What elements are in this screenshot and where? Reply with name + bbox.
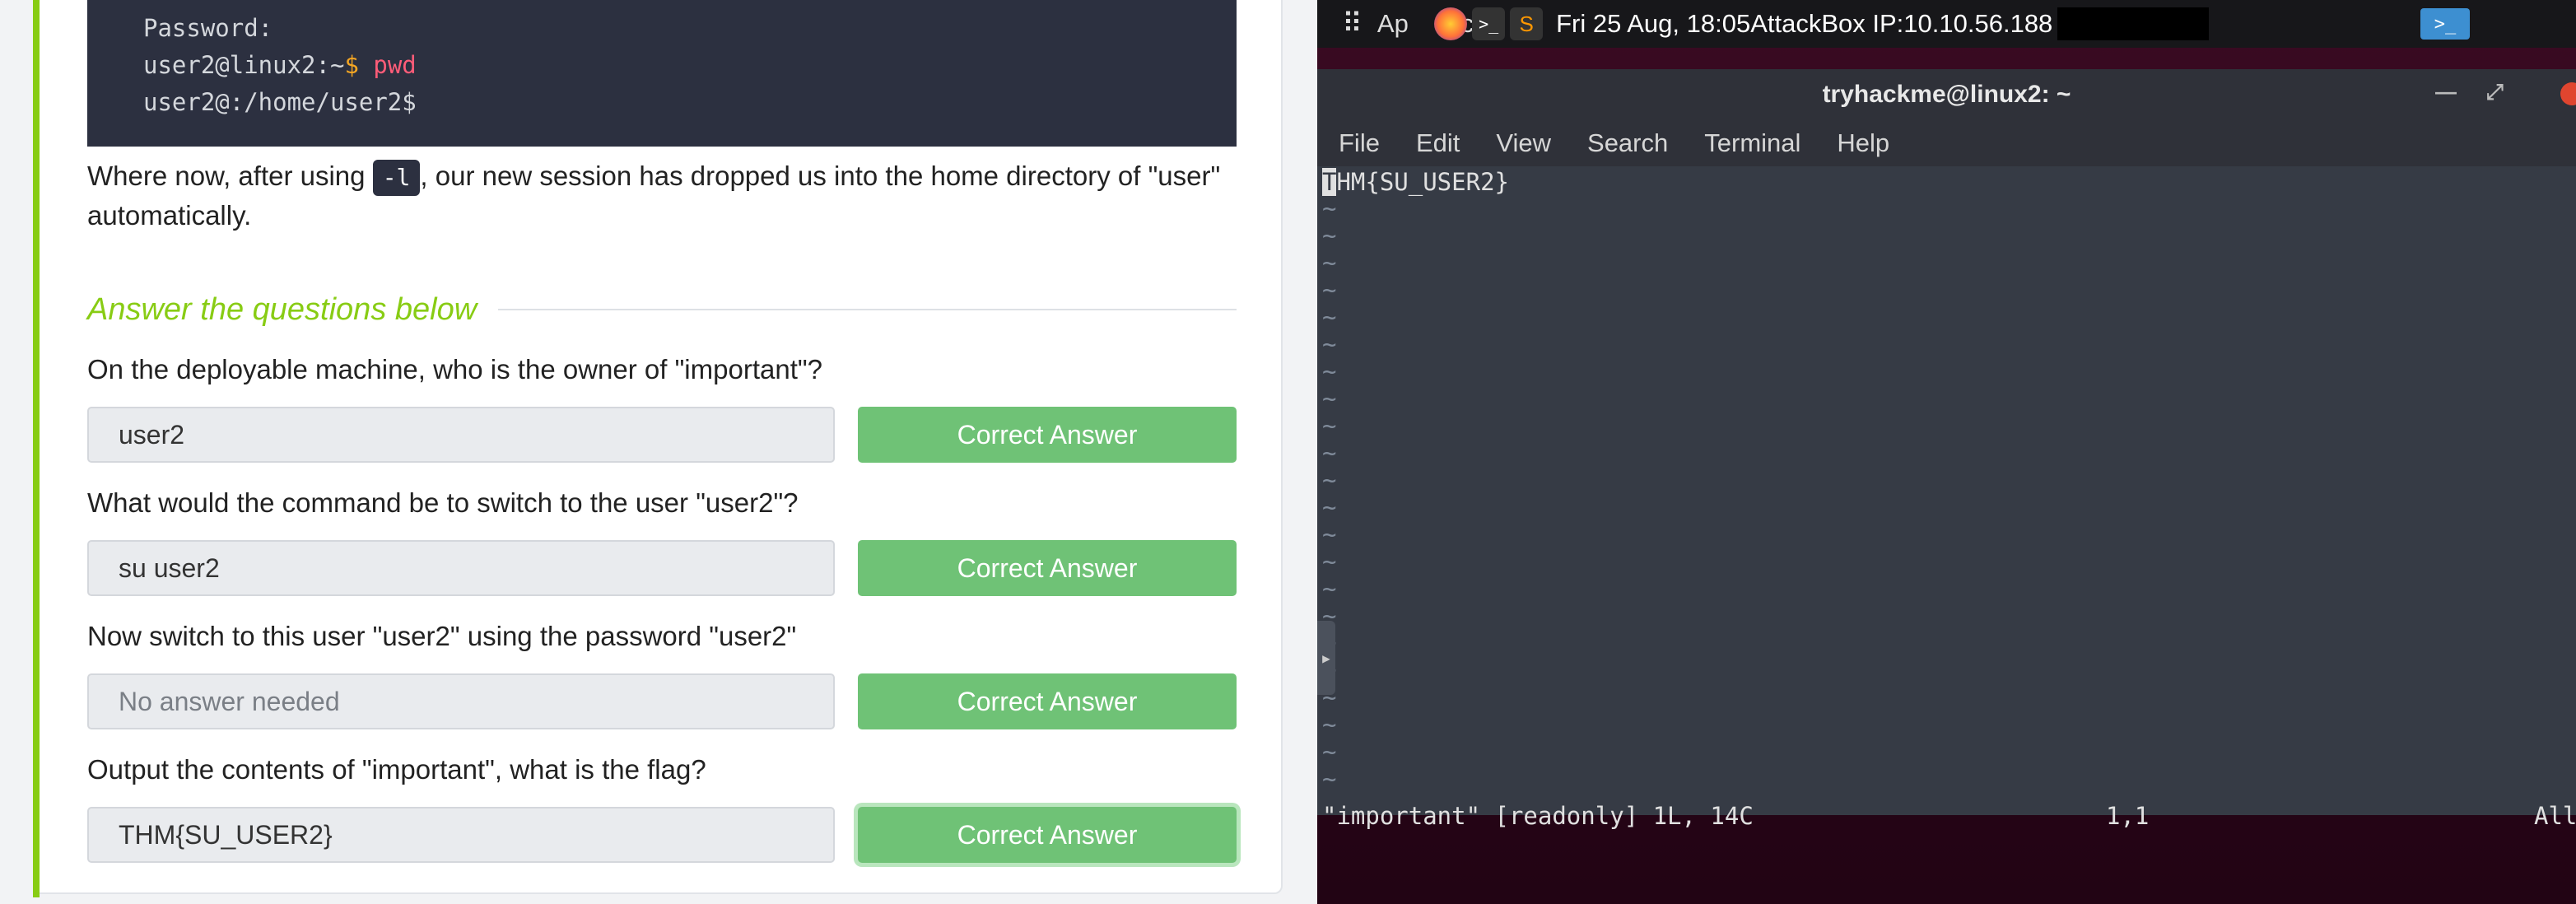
close-icon[interactable] (2560, 82, 2576, 105)
tilde-marker: ~ (1322, 249, 1337, 277)
terminal-menu-bar: File Edit View Search Terminal Help (1317, 120, 2576, 166)
menu-file[interactable]: File (1339, 128, 1380, 158)
menu-search[interactable]: Search (1587, 128, 1668, 158)
tilde-marker: ~ (1322, 765, 1337, 793)
correct-answer-button-4[interactable]: Correct Answer (858, 807, 1237, 863)
terminal-title-bar[interactable]: tryhackme@linux2: ~ — ⤢ (1317, 69, 2576, 120)
tilde-marker: ~ (1322, 384, 1337, 412)
tilde-marker: ~ (1322, 738, 1337, 766)
answer-input-3[interactable]: No answer needed (87, 673, 835, 729)
tilde-marker: ~ (1322, 357, 1337, 385)
firefox-icon[interactable] (1434, 7, 1468, 40)
correct-answer-button-1[interactable]: Correct Answer (858, 407, 1237, 463)
side-panel-handle[interactable]: ▶ (1317, 621, 1335, 695)
tilde-marker: ~ (1322, 276, 1337, 304)
inline-code: -l (372, 160, 421, 196)
code-line-pwd: user2@linux2:~$ pwd (143, 47, 1237, 84)
heading-divider (498, 309, 1237, 310)
explanation-text: Where now, after using -l, our new sessi… (87, 156, 1256, 235)
tilde-marker: ~ (1322, 303, 1337, 331)
grid-icon[interactable]: ⠿ (1342, 7, 1363, 40)
flag-text: HM{SU_USER2} (1336, 168, 1509, 196)
tilde-marker: ~ (1322, 711, 1337, 739)
restore-icon[interactable]: ⤢ (2486, 79, 2504, 105)
terminal-title: tryhackme@linux2: ~ (1822, 81, 2071, 108)
answer-section-heading: Answer the questions below (87, 288, 1237, 331)
code-prompt: user2@linux2:~$ (143, 51, 374, 79)
code-line-password: Password: (143, 14, 273, 42)
tilde-marker: ~ (1322, 520, 1337, 548)
code-command: pwd (373, 51, 417, 79)
desktop: ⠿ Aplic >_ S Fri 25 Aug, 18:05 AttackBox… (1317, 0, 2576, 904)
status-file-info: "important" [readonly] 1L, 14C (1322, 802, 1754, 830)
text-cursor: T (1322, 168, 1337, 196)
tilde-marker: ~ (1322, 548, 1337, 575)
apps-label-start: Ap (1377, 9, 1409, 38)
tilde-marker: ~ (1322, 493, 1337, 521)
menu-view[interactable]: View (1496, 128, 1551, 158)
tilde-marker: ~ (1322, 221, 1337, 249)
answer-input-1[interactable]: user2 (87, 407, 835, 463)
correct-answer-button-2[interactable]: Correct Answer (858, 540, 1237, 596)
attackbox-ip: AttackBox IP:10.10.56.188 (1750, 9, 2053, 38)
tilde-marker: ~ (1322, 439, 1337, 467)
code-block: Password: user2@linux2:~$ pwd user2@:/ho… (87, 0, 1237, 147)
redacted-area (2057, 7, 2210, 40)
minimize-icon[interactable]: — (2435, 79, 2457, 105)
tilde-marker: ~ (1322, 575, 1337, 603)
tilde-marker: ~ (1322, 466, 1337, 494)
clock[interactable]: Fri 25 Aug, 18:05 (1556, 9, 1750, 39)
file-content-line: THM{SU_USER2} (1322, 168, 1509, 196)
answer-input-2[interactable]: su user2 (87, 540, 835, 596)
task-panel: Password: user2@linux2:~$ pwd user2@:/ho… (0, 0, 1317, 904)
question-4: Output the contents of "important", what… (87, 754, 706, 785)
menu-edit[interactable]: Edit (1416, 128, 1460, 158)
top-panel: ⠿ Aplic >_ S Fri 25 Aug, 18:05 AttackBox… (1317, 0, 2576, 48)
menu-help[interactable]: Help (1837, 128, 1889, 158)
question-1: On the deployable machine, who is the ow… (87, 354, 822, 384)
terminal-launcher-icon[interactable]: >_ (2420, 8, 2470, 40)
tilde-marker: ~ (1322, 194, 1337, 222)
status-scroll: All (2534, 802, 2576, 830)
question-3: Now switch to this user "user2" using th… (87, 621, 797, 651)
menu-terminal[interactable]: Terminal (1704, 128, 1800, 158)
answer-heading-text: Answer the questions below (87, 291, 477, 327)
answer-input-4[interactable]: THM{SU_USER2} (87, 807, 835, 863)
terminal-window[interactable]: tryhackme@linux2: ~ — ⤢ File Edit View S… (1317, 69, 2576, 830)
question-2: What would the command be to switch to t… (87, 487, 799, 518)
task-accent-bar (33, 0, 40, 897)
status-cursor-pos: 1,1 (2106, 802, 2150, 830)
terminal-body[interactable]: THM{SU_USER2} ~~~~~~~~~~~~~~~~~~~~~~ ▶ "… (1317, 166, 2576, 830)
code-line-output: user2@:/home/user2$ (143, 88, 417, 116)
tilde-marker: ~ (1322, 412, 1337, 440)
vim-status-line: "important" [readonly] 1L, 14C 1,1 All (1322, 802, 2576, 830)
terminal-icon[interactable]: >_ (1472, 7, 1506, 40)
explanation-before: Where now, after using (87, 161, 373, 191)
correct-answer-button-3[interactable]: Correct Answer (858, 673, 1237, 729)
sublime-icon[interactable]: S (1510, 7, 1544, 40)
tilde-marker: ~ (1322, 330, 1337, 358)
